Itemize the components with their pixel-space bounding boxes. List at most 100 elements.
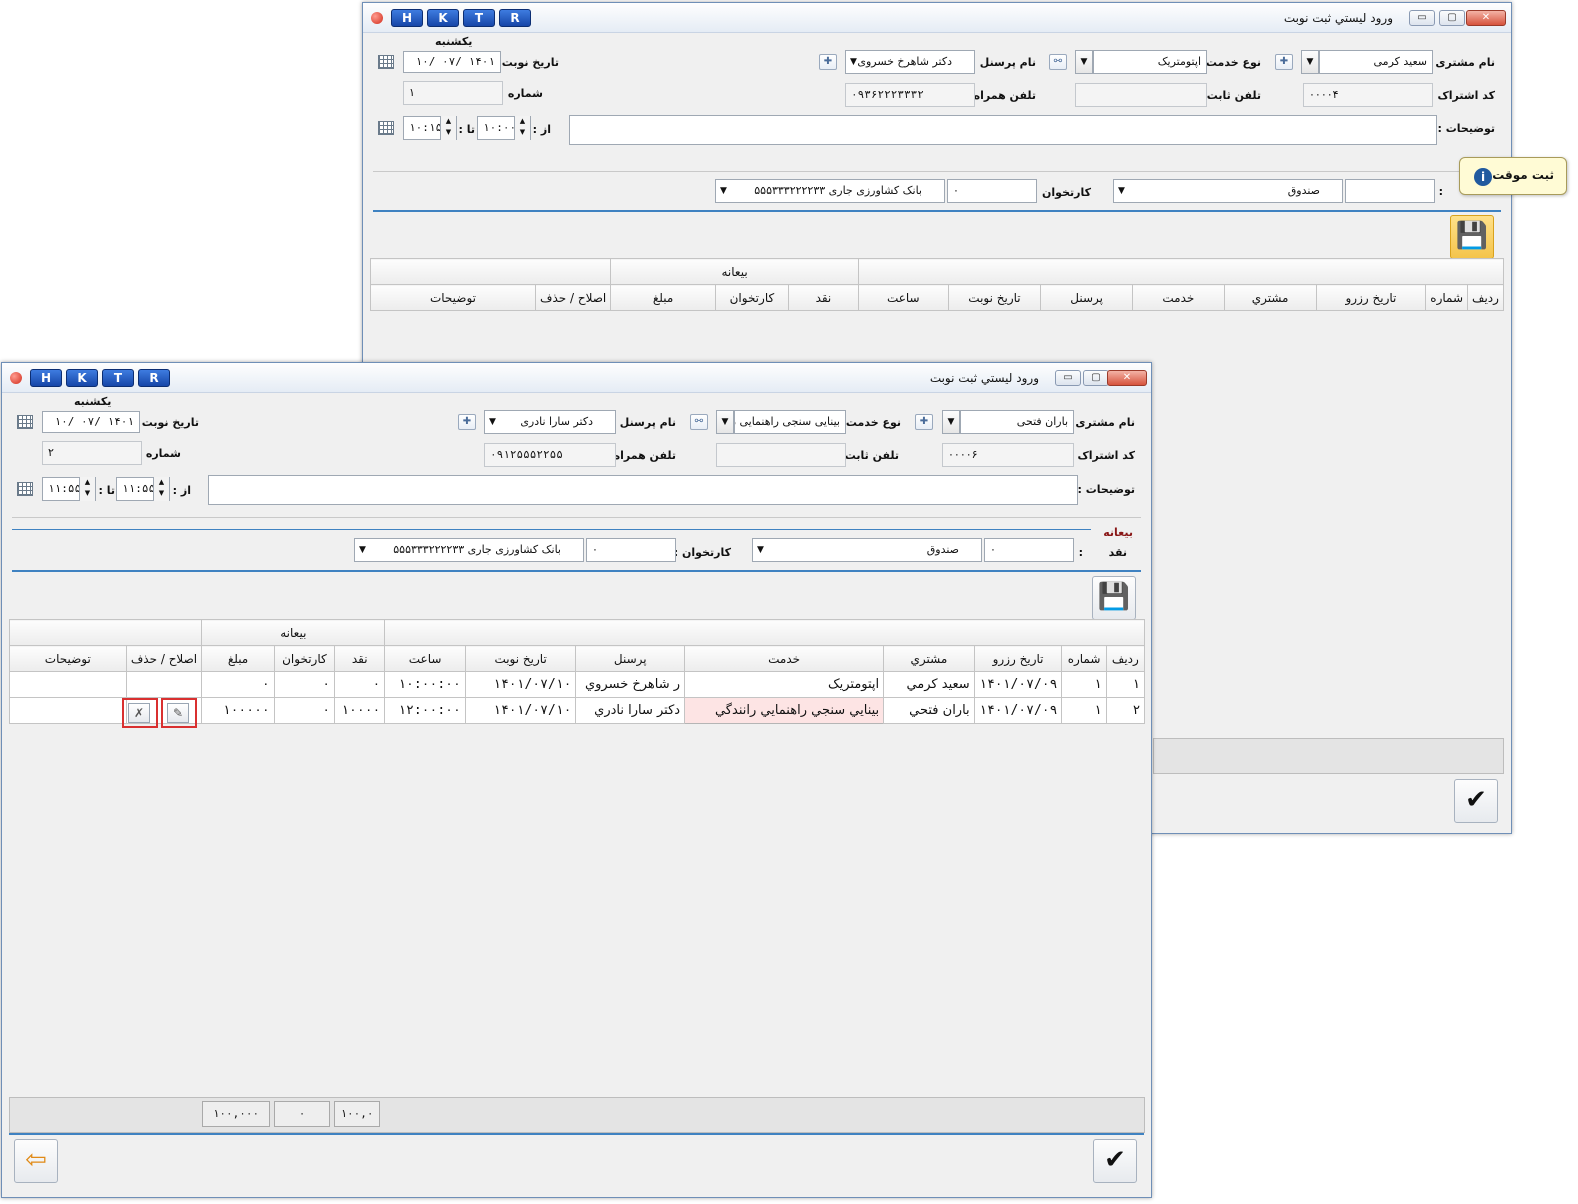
divider (12, 517, 1141, 518)
col-time[interactable]: ساعت (857, 284, 949, 311)
confirm-button[interactable]: ✔ (1093, 1139, 1137, 1183)
col-edit-delete[interactable]: اصلاح / حذف (534, 284, 612, 311)
table-row[interactable]: ۰ ۰ ۰ ۱۰:۰۰:۰۰ ۱۴۰۱/۰۷/۱۰ ر شاهرخ خسروي … (9, 671, 1146, 698)
add-service-icon[interactable]: ⚯ (690, 414, 708, 430)
col-card[interactable]: كارتخوان (714, 284, 789, 311)
col-reserve-date[interactable]: تاريخ رزرو (1315, 284, 1427, 311)
add-personnel-icon[interactable]: ✚ (819, 54, 837, 70)
maximize-button[interactable]: ▢ (1439, 10, 1465, 26)
close-button[interactable]: ✕ (1466, 10, 1506, 26)
col-service[interactable]: خدمت (1131, 284, 1225, 311)
customer-name-input[interactable]: سعید کرمی (1319, 50, 1433, 74)
service-dropdown[interactable]: ▼ (716, 410, 734, 434)
time-from-spinner[interactable]: ▲ ▼ (514, 116, 530, 140)
appointments-grid-back[interactable]: بیعانه توضیحات اصلاح / حذف مبلغ كارتخوان… (369, 258, 1505, 311)
service-type-input[interactable]: بینایی سنجی راهنمایی ر (734, 410, 846, 434)
time-to-spinner[interactable]: ▲ ▼ (79, 477, 95, 501)
add-customer-icon[interactable]: ✚ (915, 414, 933, 430)
col-amount[interactable]: مبلغ (201, 645, 275, 672)
col-number[interactable]: شماره (1061, 645, 1107, 672)
title-bar[interactable]: H K T R ورود ليستي ثبت نوبت ▭ ▢ ✕ (363, 3, 1511, 33)
col-card[interactable]: كارتخوان (273, 645, 336, 672)
col-description[interactable]: توضیحات (370, 284, 536, 311)
time-from-spinner[interactable]: ▲ ▼ (153, 477, 169, 501)
col-appt-date[interactable]: تاريخ نوبت (464, 645, 577, 672)
col-appt-date[interactable]: تاريخ نوبت (947, 284, 1042, 311)
subscription-code-input[interactable]: ۰۰۰۰۶ (942, 443, 1074, 467)
hotkey-k-button[interactable]: K (427, 9, 459, 27)
landline-input[interactable] (716, 443, 846, 467)
personnel-select[interactable]: دکتر سارا نادری ▼ (484, 410, 616, 434)
add-service-icon[interactable]: ⚯ (1049, 54, 1067, 70)
temporary-save-button[interactable]: 💾 (1450, 215, 1494, 259)
col-amount[interactable]: مبلغ (610, 284, 716, 311)
title-bar[interactable]: H K T R ورود ليستي ثبت نوبت ▭ ▢ ✕ (2, 363, 1151, 393)
cash-box-select[interactable]: صندوق ▼ (752, 538, 982, 562)
description-input[interactable] (208, 475, 1078, 505)
col-row[interactable]: ردیف (1467, 284, 1504, 311)
col-cash[interactable]: نقد (334, 645, 386, 672)
calendar-icon[interactable] (17, 482, 33, 496)
hotkey-r-button[interactable]: R (499, 9, 531, 27)
service-type-input[interactable]: اپتومتریک (1093, 50, 1207, 74)
mobile-input[interactable]: ۰۹۱۲۵۵۵۲۲۵۵ (484, 443, 616, 467)
delete-row-button[interactable]: ✗ (128, 703, 150, 723)
calendar-icon[interactable] (378, 55, 394, 69)
col-customer[interactable]: مشتري (883, 645, 975, 672)
hotkey-t-button[interactable]: T (102, 369, 134, 387)
minimize-button[interactable]: ▭ (1409, 10, 1435, 26)
bank-select[interactable]: بانک کشاورزی جاری ۵۵۵۳۳۳۲۲۲۲۳۳ ▼ (715, 179, 945, 203)
col-edit-delete[interactable]: اصلاح / حذف (125, 645, 203, 672)
hotkey-t-button[interactable]: T (463, 9, 495, 27)
col-number[interactable]: شماره (1425, 284, 1469, 311)
number-input[interactable]: ۱ (403, 81, 503, 105)
col-time[interactable]: ساعت (384, 645, 466, 672)
time-to-spinner[interactable]: ▲ ▼ (440, 116, 456, 140)
customer-name-input[interactable]: باران فتحی (960, 410, 1074, 434)
appointment-date-label: تاریخ نوبت : (493, 56, 559, 69)
temporary-save-button[interactable]: 💾 (1092, 576, 1136, 620)
col-description[interactable]: توضیحات (9, 645, 127, 672)
col-personnel[interactable]: پرسنل (575, 645, 686, 672)
appointment-window-front[interactable]: H K T R ورود ليستي ثبت نوبت ▭ ▢ ✕ نام مش… (1, 362, 1152, 1198)
calendar-icon[interactable] (378, 121, 394, 135)
description-label: توضیحات : (1437, 122, 1496, 135)
hotkey-h-button[interactable]: H (391, 9, 423, 27)
add-personnel-icon[interactable]: ✚ (458, 414, 476, 430)
maximize-button[interactable]: ▢ (1083, 370, 1109, 386)
number-input[interactable]: ۲ (42, 441, 142, 465)
calendar-icon[interactable] (17, 415, 33, 429)
mobile-input[interactable]: ۰۹۳۶۲۲۲۳۳۳۲ (845, 83, 975, 107)
customer-dropdown[interactable]: ▼ (1301, 50, 1319, 74)
description-input[interactable] (569, 115, 1437, 145)
col-service[interactable]: خدمت (684, 645, 885, 672)
card-input[interactable]: ۰ (586, 538, 676, 562)
edit-row-button[interactable]: ✎ (167, 703, 189, 723)
bank-select[interactable]: بانک کشاورزی جاری ۵۵۵۳۳۳۲۲۲۲۳۳ ▼ (354, 538, 584, 562)
landline-input[interactable] (1075, 83, 1207, 107)
personnel-select[interactable]: دکتر شاهرخ خسروی ▼ (845, 50, 975, 74)
hotkey-k-button[interactable]: K (66, 369, 98, 387)
exit-button[interactable]: ⇦ (14, 1139, 58, 1183)
hotkey-h-button[interactable]: H (30, 369, 62, 387)
col-customer[interactable]: مشتري (1223, 284, 1317, 311)
confirm-button[interactable]: ✔ (1454, 779, 1498, 823)
col-row[interactable]: ردیف (1105, 645, 1146, 672)
col-personnel[interactable]: پرسنل (1040, 284, 1133, 311)
appointment-date-input[interactable]: ۱۴۰۱ /۰۷ /۱۰ (42, 411, 140, 433)
hotkey-r-button[interactable]: R (138, 369, 170, 387)
card-input[interactable]: ۰ (947, 179, 1037, 203)
cell-service[interactable]: بينايي سنجي راهنمايي رانندگي (684, 697, 885, 724)
minimize-button[interactable]: ▭ (1055, 370, 1081, 386)
col-cash[interactable]: نقد (787, 284, 859, 311)
subscription-code-input[interactable]: ۰۰۰۰۴ (1303, 83, 1433, 107)
cash-input[interactable]: ۰ (984, 538, 1074, 562)
col-reserve-date[interactable]: تاريخ رزرو (973, 645, 1063, 672)
close-button[interactable]: ✕ (1107, 370, 1147, 386)
cash-input[interactable] (1345, 179, 1435, 203)
appointment-date-input[interactable]: ۱۴۰۱ /۰۷ /۱۰ (403, 51, 501, 73)
cash-box-select[interactable]: صندوق ▼ (1113, 179, 1343, 203)
add-customer-icon[interactable]: ✚ (1275, 54, 1293, 70)
service-dropdown[interactable]: ▼ (1075, 50, 1093, 74)
customer-dropdown[interactable]: ▼ (942, 410, 960, 434)
